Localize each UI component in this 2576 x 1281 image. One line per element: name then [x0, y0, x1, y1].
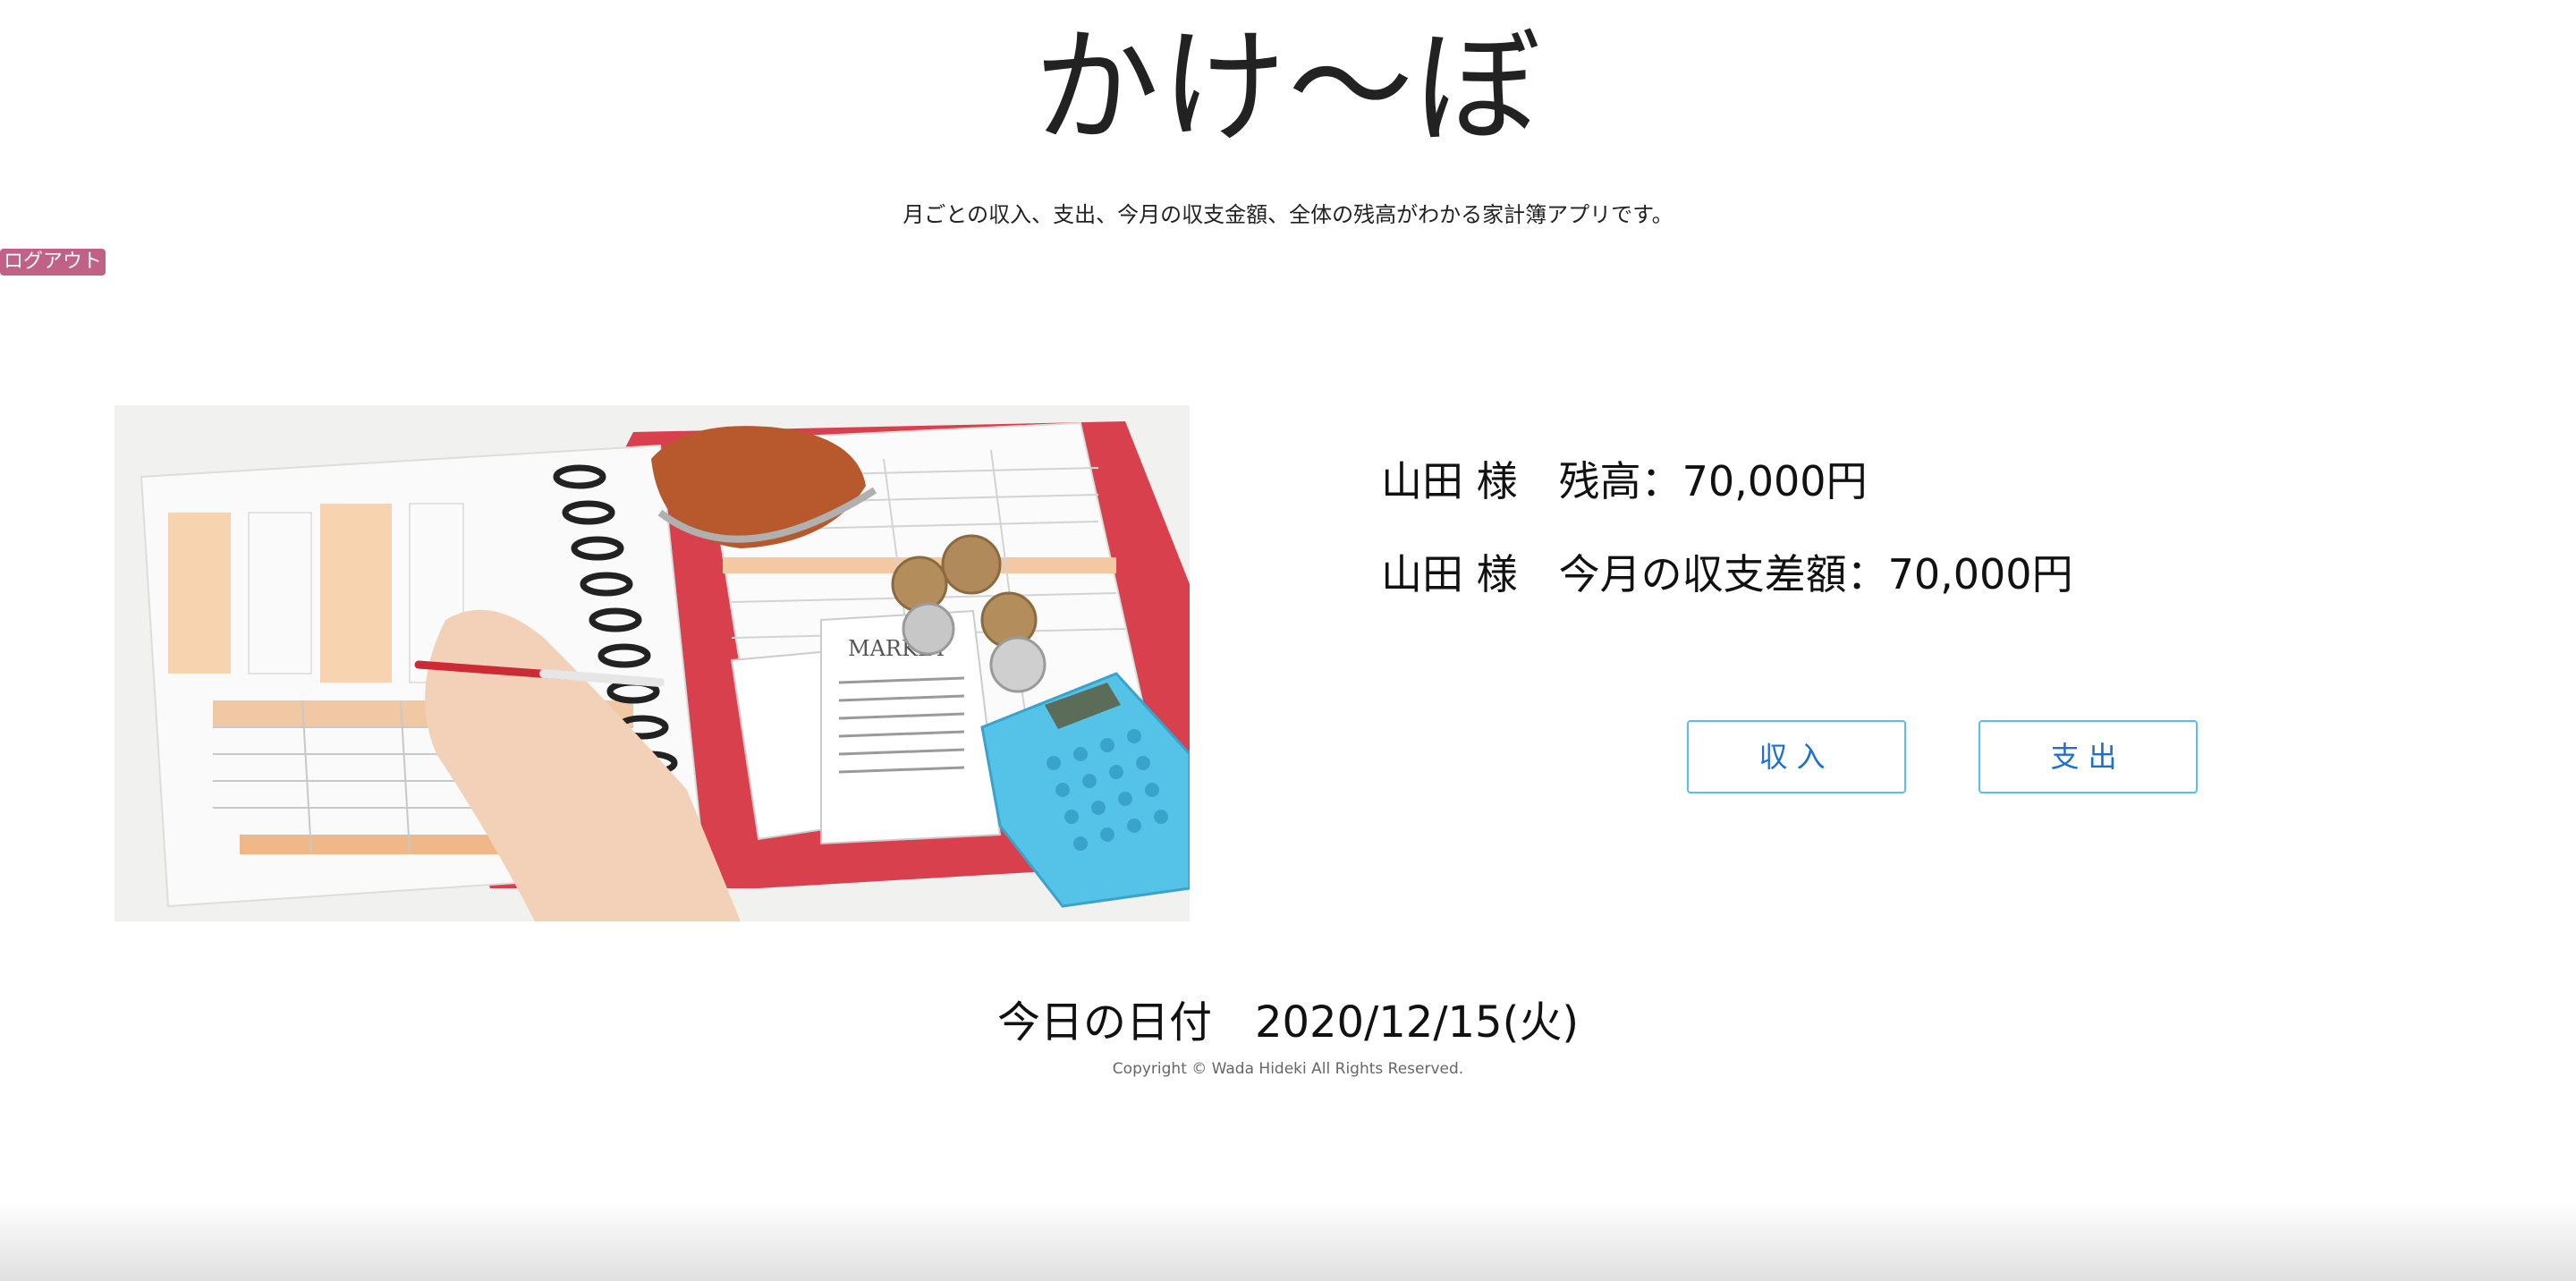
income-button[interactable]: 収入 — [1687, 720, 1906, 793]
copyright-text: Copyright © Wada Hideki All Rights Reser… — [1112, 1060, 1464, 1078]
bottom-edge-shadow — [0, 1200, 2576, 1281]
app-subtitle: 月ごとの収入、支出、今月の収支金額、全体の残高がわかる家計簿アプリです。 — [902, 202, 1674, 227]
balance-text: 山田 様 残高：70,000円 — [1381, 457, 1868, 505]
today-date: 今日の日付 2020/12/15(火) — [996, 997, 1580, 1048]
monthly-difference-text: 山田 様 今月の収支差額：70,000円 — [1381, 550, 2073, 598]
hero-image: MARKET — [114, 405, 1190, 921]
expense-button[interactable]: 支出 — [1979, 720, 2198, 793]
app-title: かけ〜ぼ — [1033, 15, 1542, 161]
logout-button[interactable]: ログアウト — [0, 249, 106, 276]
